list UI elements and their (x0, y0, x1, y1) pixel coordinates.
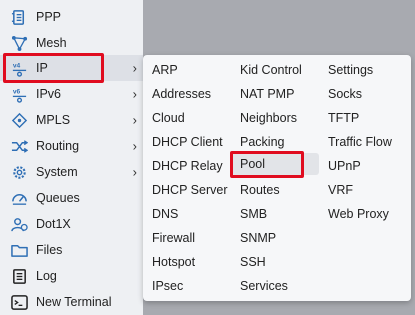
svg-text:v6: v6 (12, 88, 20, 95)
sidebar-item-system[interactable]: System › (0, 159, 143, 185)
chevron-right-icon: › (132, 60, 137, 76)
menu-item-smb[interactable]: SMB (240, 203, 267, 225)
chevron-right-icon: › (132, 86, 137, 102)
menu-item-snmp[interactable]: SNMP (240, 227, 276, 249)
menu-item-ipsec[interactable]: IPsec (152, 275, 183, 297)
menu-item-settings[interactable]: Settings (328, 59, 373, 81)
menu-item-tftp[interactable]: TFTP (328, 107, 359, 129)
menu-item-dhcp-server[interactable]: DHCP Server (152, 179, 227, 201)
sidebar: PPP Mesh v4 IP › v6 IPv6 › MPLS › Routin… (0, 0, 143, 315)
sidebar-item-label: Dot1X (36, 217, 71, 231)
sidebar-item-files[interactable]: Files (0, 237, 143, 263)
menu-item-firewall[interactable]: Firewall (152, 227, 195, 249)
queues-icon (10, 189, 28, 207)
chevron-right-icon: › (132, 138, 137, 154)
sidebar-item-label: New Terminal (36, 295, 112, 309)
menu-item-pool[interactable]: Pool (240, 153, 265, 175)
sidebar-item-queues[interactable]: Queues (0, 185, 143, 211)
sidebar-item-new-terminal[interactable]: New Terminal (0, 289, 143, 315)
dot1x-icon (10, 215, 28, 233)
sidebar-item-mesh[interactable]: Mesh (0, 30, 143, 56)
menu-item-dhcp-client[interactable]: DHCP Client (152, 131, 223, 153)
sidebar-item-label: IPv6 (36, 87, 62, 101)
sidebar-item-label: Routing (36, 139, 80, 153)
menu-item-socks[interactable]: Socks (328, 83, 362, 105)
menu-item-addresses[interactable]: Addresses (152, 83, 211, 105)
menu-item-packing[interactable]: Packing (240, 131, 284, 153)
ip-submenu: ARP Addresses Cloud DHCP Client DHCP Rel… (143, 55, 411, 301)
routing-icon (10, 137, 28, 155)
folder-icon (10, 241, 28, 259)
menu-item-nat-pmp[interactable]: NAT PMP (240, 83, 294, 105)
mesh-icon (10, 34, 28, 52)
menu-item-arp[interactable]: ARP (152, 59, 178, 81)
sidebar-item-label: Files (36, 243, 63, 257)
chevron-right-icon: › (132, 112, 137, 128)
menu-item-services[interactable]: Services (240, 275, 288, 297)
menu-item-routes[interactable]: Routes (240, 179, 280, 201)
menu-item-traffic-flow[interactable]: Traffic Flow (328, 131, 392, 153)
sidebar-item-label: Queues (36, 191, 80, 205)
system-gear-icon (10, 163, 28, 181)
sidebar-item-log[interactable]: Log (0, 263, 143, 289)
svg-text:v4: v4 (12, 62, 20, 69)
menu-item-vrf[interactable]: VRF (328, 179, 353, 201)
sidebar-item-label: System (36, 165, 78, 179)
ppp-icon (10, 8, 28, 26)
menu-item-web-proxy[interactable]: Web Proxy (328, 203, 389, 225)
chevron-right-icon: › (132, 164, 137, 180)
sidebar-item-routing[interactable]: Routing › (0, 133, 143, 159)
menu-item-kid-control[interactable]: Kid Control (240, 59, 302, 81)
log-icon (10, 267, 28, 285)
sidebar-item-ppp[interactable]: PPP (0, 4, 143, 30)
sidebar-item-mpls[interactable]: MPLS › (0, 107, 143, 133)
ipv6-icon: v6 (10, 85, 28, 103)
menu-item-hotspot[interactable]: Hotspot (152, 251, 195, 273)
mpls-icon (10, 111, 28, 129)
menu-item-cloud[interactable]: Cloud (152, 107, 185, 129)
sidebar-item-label: Log (36, 269, 57, 283)
sidebar-item-label: Mesh (36, 36, 67, 50)
terminal-icon (10, 293, 28, 311)
menu-item-neighbors[interactable]: Neighbors (240, 107, 297, 129)
sidebar-item-ipv6[interactable]: v6 IPv6 › (0, 81, 143, 107)
sidebar-item-ip[interactable]: v4 IP › (0, 55, 143, 81)
sidebar-item-label: PPP (36, 10, 62, 24)
menu-item-upnp[interactable]: UPnP (328, 155, 361, 177)
menu-item-dns[interactable]: DNS (152, 203, 178, 225)
ip-icon: v4 (10, 59, 28, 77)
sidebar-item-label: IP (36, 61, 48, 75)
menu-item-dhcp-relay[interactable]: DHCP Relay (152, 155, 223, 177)
sidebar-item-dot1x[interactable]: Dot1X (0, 211, 143, 237)
sidebar-item-label: MPLS (36, 113, 71, 127)
menu-item-ssh[interactable]: SSH (240, 251, 266, 273)
